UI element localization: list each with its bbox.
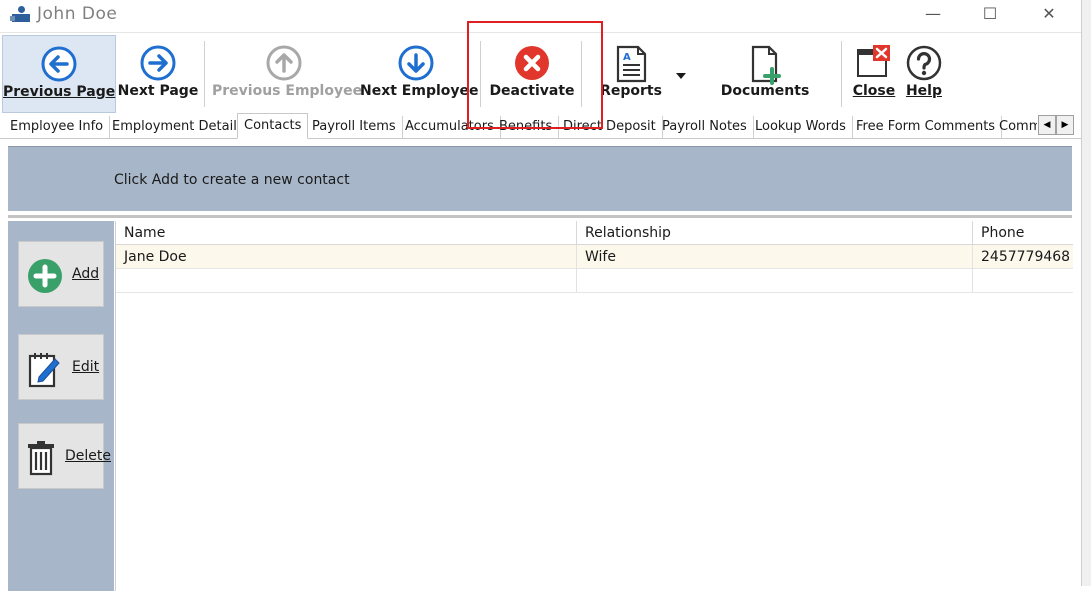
tab-employment-details[interactable]: Employment Details — [106, 116, 251, 138]
app-icon — [10, 6, 30, 22]
tab-scroll-left-button[interactable]: ◀ — [1038, 115, 1056, 135]
next-page-button[interactable]: Next Page — [116, 35, 200, 111]
tab-contacts[interactable]: Contacts — [237, 113, 309, 139]
reports-dropdown[interactable] — [672, 35, 690, 111]
toolbar-separator — [581, 41, 582, 107]
dropdown-arrow-icon — [676, 73, 686, 79]
add-contact-button[interactable]: Add — [18, 241, 104, 307]
tab-direct-deposit[interactable]: Direct Deposit — [557, 116, 663, 138]
x-circle-icon — [515, 46, 549, 80]
tab-employee-info[interactable]: Employee Info — [4, 116, 111, 138]
tab-comm[interactable]: Comm — [993, 116, 1037, 138]
tab-payroll-notes[interactable]: Payroll Notes — [656, 116, 754, 138]
tab-accumulators[interactable]: Accumulators — [399, 116, 501, 138]
column-header-name[interactable]: Name — [116, 221, 577, 245]
close-label: Close — [852, 83, 896, 99]
reports-label: Reports — [600, 83, 662, 99]
reports-button[interactable]: A Reports — [592, 35, 670, 111]
arrow-left-circle-icon — [41, 46, 77, 82]
cell-phone: 2457779468 — [973, 245, 1073, 269]
next-page-label: Next Page — [117, 83, 199, 99]
previous-employee-button[interactable]: Previous Employee — [212, 35, 363, 111]
add-label: Add — [72, 266, 100, 282]
banner-text: Click Add to create a new contact — [114, 172, 350, 188]
window-edge — [1081, 0, 1091, 586]
table-row[interactable]: Jane Doe Wife 2457779468 — [116, 245, 1073, 269]
maximize-button[interactable]: ☐ — [962, 0, 1018, 30]
document-add-icon — [751, 45, 781, 85]
help-button[interactable]: Help — [902, 35, 946, 111]
question-circle-icon — [906, 45, 942, 81]
report-document-icon: A — [616, 45, 647, 83]
delete-label: Delete — [65, 448, 111, 464]
previous-page-label: Previous Page — [3, 84, 116, 100]
close-button[interactable]: Close — [848, 35, 900, 111]
close-window-icon — [857, 45, 890, 77]
previous-page-button[interactable]: Previous Page — [2, 35, 116, 113]
column-header-phone[interactable]: Phone — [973, 221, 1073, 245]
arrow-right-circle-icon — [140, 45, 176, 81]
deactivate-button[interactable]: Deactivate — [484, 35, 580, 111]
previous-employee-label: Previous Employee — [212, 83, 363, 99]
cell-name: Jane Doe — [116, 245, 577, 269]
edit-label: Edit — [72, 359, 100, 375]
tab-free-form-comments[interactable]: Free Form Comments — [850, 116, 1003, 138]
minimize-button[interactable]: — — [905, 0, 961, 30]
edit-notepad-icon — [28, 353, 60, 388]
next-employee-button[interactable]: Next Employee — [360, 35, 479, 111]
window-title: John Doe — [37, 4, 118, 24]
toolbar-separator — [480, 41, 481, 107]
info-banner: Click Add to create a new contact — [8, 146, 1072, 211]
contacts-panel: Click Add to create a new contact Add Ed… — [0, 139, 1081, 591]
toolbar-separator — [204, 41, 205, 107]
plus-circle-icon — [28, 259, 62, 293]
documents-label: Documents — [720, 83, 810, 99]
delete-contact-button[interactable]: Delete — [18, 423, 111, 489]
tab-benefits[interactable]: Benefits — [493, 116, 560, 138]
edit-contact-button[interactable]: Edit — [18, 334, 104, 400]
tab-scroll-right-button[interactable]: ▶ — [1056, 115, 1074, 135]
next-employee-label: Next Employee — [360, 83, 479, 99]
tab-payroll-items[interactable]: Payroll Items — [306, 116, 403, 138]
cell-relationship-empty — [577, 269, 973, 293]
cell-relationship: Wife — [577, 245, 973, 269]
deactivate-label: Deactivate — [489, 83, 575, 99]
cell-phone-empty — [973, 269, 1073, 293]
toolbar-separator — [841, 41, 842, 107]
column-header-relationship[interactable]: Relationship — [577, 221, 973, 245]
tab-lookup-words[interactable]: Lookup Words — [749, 116, 853, 138]
cell-name-empty — [116, 269, 577, 293]
close-window-button[interactable]: ✕ — [1021, 0, 1077, 30]
arrow-down-circle-icon — [398, 45, 434, 81]
action-pane: Add Edit Delete — [8, 221, 114, 591]
toolbar: Previous Page Next Page Previous Employe… — [0, 32, 1081, 113]
svg-text:A: A — [623, 52, 631, 63]
documents-button[interactable]: Documents — [712, 35, 818, 111]
table-row-empty[interactable] — [116, 269, 1073, 293]
tab-strip: Employee Info Employment Details Contact… — [0, 113, 1081, 139]
title-bar: John Doe — ☐ ✕ — [0, 0, 1081, 30]
splitter[interactable] — [8, 215, 1072, 218]
contacts-table: Name Relationship Phone Jane Doe Wife 24… — [115, 221, 1073, 591]
help-label: Help — [905, 83, 943, 99]
arrow-up-circle-icon — [266, 45, 302, 81]
trash-icon — [28, 441, 54, 476]
